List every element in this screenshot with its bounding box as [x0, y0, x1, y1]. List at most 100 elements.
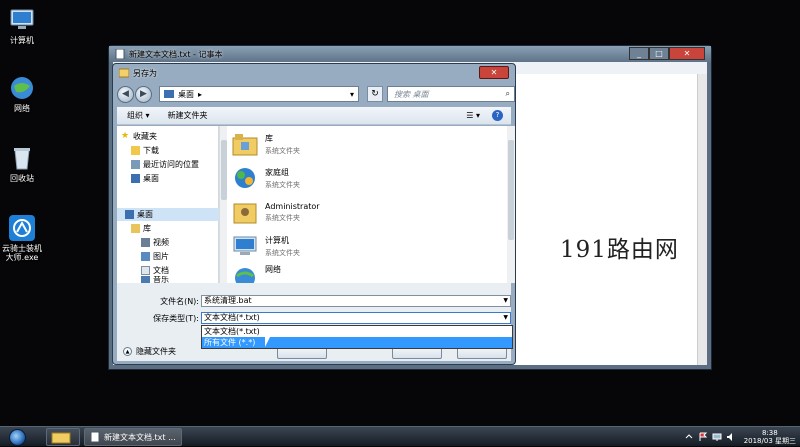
close-button[interactable]: ✕: [669, 47, 705, 60]
view-options-button[interactable]: ☰ ▾: [466, 111, 480, 120]
file-item-library[interactable]: 库系统文件夹: [231, 128, 300, 160]
dialog-titlebar[interactable]: 另存为: [113, 64, 515, 82]
volume-icon[interactable]: [726, 432, 736, 442]
action-center-flag-icon[interactable]: [698, 432, 708, 442]
desktop-icon-label: 计算机: [10, 36, 34, 45]
app-installer-icon: [9, 215, 35, 241]
desktop-icon-computer[interactable]: 计算机: [2, 6, 42, 45]
desktop-icon-label: 大师.exe: [5, 253, 39, 262]
chevron-down-icon[interactable]: ▼: [503, 296, 508, 306]
network-icon: [11, 77, 33, 99]
nav-favorites[interactable]: ★ 收藏夹: [121, 130, 157, 143]
filetype-value: 文本文档(*.txt): [204, 313, 260, 322]
maximize-button[interactable]: □: [649, 47, 669, 60]
clock-date: 2018/03 星期三: [743, 437, 796, 445]
star-icon: ★: [121, 131, 130, 141]
nav-downloads[interactable]: 下载: [131, 144, 159, 157]
filetype-select[interactable]: 文本文档(*.txt) ▼: [201, 312, 511, 324]
homegroup-icon: [235, 168, 255, 188]
notepad-icon: [115, 49, 125, 59]
file-type: 系统文件夹: [265, 213, 300, 222]
back-button[interactable]: ◀: [117, 85, 134, 103]
navigation-scrollbar[interactable]: [219, 126, 227, 283]
filetype-label: 保存类型(T):: [153, 314, 199, 323]
nav-label: 最近访问的位置: [143, 160, 199, 169]
hide-folders-toggle[interactable]: ▲ 隐藏文件夹: [123, 346, 176, 357]
save-form: 文件名(N): 系统清理.bat ▼ 保存类型(T): 文本文档(*.txt) …: [117, 283, 513, 361]
tray-chevron-icon[interactable]: [684, 432, 694, 442]
library-icon: [232, 134, 258, 156]
file-item-administrator[interactable]: Administrator 系统文件夹: [231, 196, 320, 228]
address-row: ◀ ▶ 桌面 ▸ ▾ ↻ 搜索 桌面 ⌕: [117, 84, 515, 104]
breadcrumb[interactable]: 桌面: [178, 89, 194, 100]
nav-label: 桌面: [143, 174, 159, 183]
address-bar[interactable]: 桌面 ▸ ▾: [159, 86, 359, 102]
file-type: 系统文件夹: [265, 248, 300, 257]
computer-icon: [10, 9, 34, 29]
new-folder-button[interactable]: 新建文件夹: [168, 110, 208, 121]
taskbar: 新建文本文档.txt ... 8:38 2018/03 星期三: [0, 426, 800, 446]
nav-label: 图片: [153, 252, 169, 261]
minimize-button[interactable]: _: [629, 47, 649, 60]
taskbar-app-label: 新建文本文档.txt ...: [104, 432, 176, 442]
nav-recent-places[interactable]: 最近访问的位置: [131, 158, 199, 171]
search-icon[interactable]: ⌕: [506, 89, 510, 99]
network-status-icon[interactable]: [712, 432, 722, 442]
desktop-icon-label: 云骑士装机: [2, 244, 42, 253]
breadcrumb-separator-icon[interactable]: ▸: [198, 90, 202, 99]
filename-label: 文件名(N):: [160, 297, 199, 306]
nav-library[interactable]: 库: [131, 222, 151, 235]
search-input[interactable]: 搜索 桌面 ⌕: [387, 86, 515, 102]
documents-icon: [141, 266, 150, 275]
nav-pictures[interactable]: 图片: [141, 250, 169, 263]
desktop-icon-installer[interactable]: 云骑士装机 大师.exe: [2, 214, 42, 262]
clock-time: 8:38: [761, 429, 778, 437]
nav-label: 视频: [153, 238, 169, 247]
file-list-scrollbar[interactable]: [507, 126, 515, 283]
filetype-option[interactable]: 所有文件 (*.*): [202, 337, 512, 348]
taskbar-notepad[interactable]: 新建文本文档.txt ...: [84, 428, 182, 446]
system-tray: 8:38 2018/03 星期三: [680, 427, 796, 447]
desktop-icon-recycle-bin[interactable]: 回收站: [2, 144, 42, 183]
dialog-close-button[interactable]: ✕: [479, 66, 509, 79]
desktop-icon-label: 回收站: [10, 174, 34, 183]
search-placeholder: 搜索 桌面: [394, 89, 429, 99]
notepad-scrollbar[interactable]: [697, 74, 707, 365]
forward-button[interactable]: ▶: [135, 85, 152, 103]
filename-field[interactable]: 系统清理.bat ▼: [201, 295, 511, 307]
chevron-down-icon[interactable]: ▼: [503, 313, 508, 323]
nav-label: 下载: [143, 146, 159, 155]
refresh-button[interactable]: ↻: [367, 86, 383, 102]
nav-label: 桌面: [137, 210, 153, 219]
recycle-bin-icon: [14, 148, 30, 170]
hide-folders-label: 隐藏文件夹: [136, 347, 176, 356]
desktop-icon: [131, 174, 140, 183]
file-list: 库系统文件夹 家庭组 系统文件夹 Administrator 系统文件夹 计算机 系统…: [227, 126, 507, 283]
notepad-titlebar[interactable]: 新建文本文档.txt - 记事本: [109, 46, 711, 62]
address-dropdown-icon[interactable]: ▾: [350, 90, 354, 99]
file-type: 系统文件夹: [265, 146, 300, 155]
scrollbar-thumb[interactable]: [508, 140, 514, 240]
clock[interactable]: 8:38 2018/03 星期三: [744, 429, 796, 445]
folder-icon: [51, 432, 71, 444]
network-icon: [235, 268, 255, 283]
nav-desktop[interactable]: 桌面: [117, 208, 219, 221]
desktop-location-icon: [164, 90, 174, 98]
nav-videos[interactable]: 视频: [141, 236, 169, 249]
notepad-title: 新建文本文档.txt - 记事本: [129, 49, 223, 59]
taskbar-explorer[interactable]: [46, 428, 80, 446]
filename-value: 系统清理.bat: [204, 296, 252, 305]
nav-music[interactable]: 音乐: [141, 276, 169, 283]
file-name: 库: [265, 133, 273, 143]
file-item-network[interactable]: 网络: [231, 264, 281, 283]
filetype-option[interactable]: 文本文档(*.txt): [202, 326, 512, 337]
file-item-homegroup[interactable]: 家庭组 系统文件夹: [231, 162, 300, 194]
start-button[interactable]: [4, 427, 30, 447]
nav-desktop-favorite[interactable]: 桌面: [131, 172, 159, 185]
desktop-icon-network[interactable]: 网络: [2, 74, 42, 113]
organize-button[interactable]: 组织 ▾: [127, 110, 150, 121]
library-icon: [131, 224, 140, 233]
help-icon[interactable]: ?: [492, 110, 503, 121]
file-item-computer[interactable]: 计算机 系统文件夹: [231, 230, 300, 262]
dialog-toolbar: 组织 ▾ 新建文件夹 ☰ ▾ ?: [117, 107, 511, 125]
